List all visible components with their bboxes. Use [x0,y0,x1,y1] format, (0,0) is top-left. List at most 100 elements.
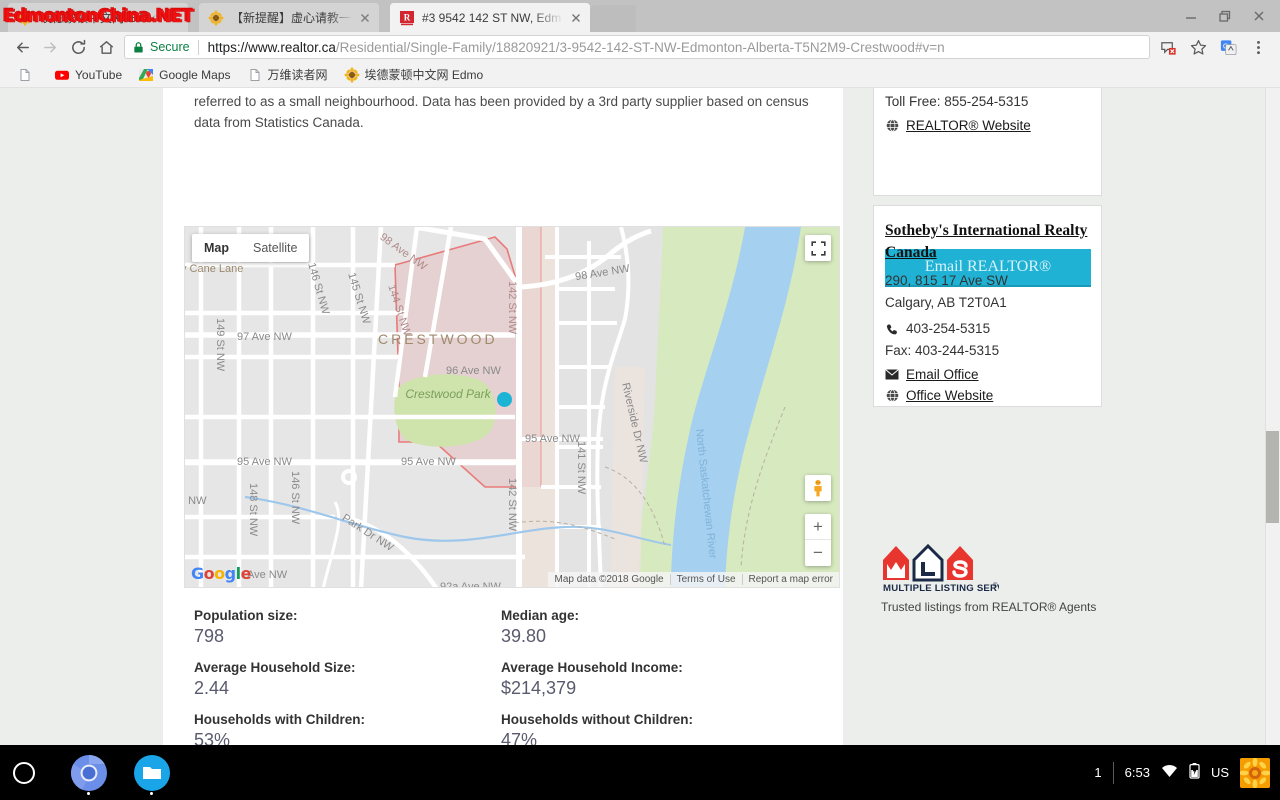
shelf-status-area[interactable]: 1 6:53 US [1094,745,1280,800]
sunflower-avatar-icon[interactable] [1240,758,1270,788]
status-divider [1113,762,1114,784]
lock-icon [132,41,145,54]
office-phone: 403-254-5315 [906,318,990,340]
email-office-link[interactable]: Email Office [906,367,979,382]
realtor-website-link[interactable]: REALTOR® Website [906,118,1031,133]
map-park-label-text: Crestwood Park [405,387,490,401]
realtor-contact-details: Toll Free: 855-254-5315 REALTOR® Website [885,91,1091,133]
popup-blocked-icon[interactable] [1154,33,1182,61]
demographic-value: $214,379 [501,678,834,699]
demographics-grid: Population size: 798 Median age: 39.80 A… [194,608,834,745]
demographic-households-without-children: Households without Children: 47% [501,712,834,745]
page-icon [17,67,33,83]
map-type-satellite-button[interactable]: Satellite [241,234,309,262]
bookmark-label-youtube: YouTube [75,68,122,82]
files-icon[interactable] [133,754,171,792]
restore-icon[interactable] [1218,9,1232,23]
map-label-95ave-left: 95 Ave NW [237,456,292,468]
browser-tab-3[interactable]: R #3 9542 142 ST NW, Edm [390,3,590,32]
chrome-icon[interactable] [70,754,108,792]
demographic-median-age: Median age: 39.80 [501,608,834,647]
new-tab-button[interactable] [594,5,636,32]
shelf-clock[interactable]: 6:53 [1125,765,1150,780]
phone-icon [885,322,899,336]
page-scrollbar-thumb[interactable] [1266,431,1279,523]
envelope-icon [885,368,899,382]
map-type-map-button[interactable]: Map [192,234,241,262]
omnibox-divider [198,40,199,55]
wifi-icon[interactable] [1161,764,1178,781]
bookmark-item-edmontonchinese[interactable]: 埃德蒙顿中文网 Edmo [337,64,491,85]
map-zoom-out-button[interactable]: − [805,540,831,566]
map-label-148st: 148 St NW [247,483,259,536]
url-text: https://www.realtor.ca/Residential/Singl… [208,40,945,55]
map-label-141st: 141 St NW [575,441,587,494]
street-view-pegman-icon[interactable] [805,475,831,501]
map-zoom-in-button[interactable]: + [805,514,831,540]
map-label-e-nw: e NW [184,495,207,507]
page-scrollbar-track[interactable] [1265,88,1280,745]
bookmark-item-google-maps[interactable]: Google Maps [131,65,237,85]
map-report-error-link[interactable]: Report a map error [742,574,839,585]
home-icon[interactable] [92,33,120,61]
realtor-website-row[interactable]: REALTOR® Website [885,118,1091,133]
bookmark-label-google-maps: Google Maps [159,68,230,82]
chromeos-shelf: 1 6:53 US [0,745,1280,800]
map-type-switcher[interactable]: Map Satellite [192,234,309,262]
neighbourhood-map[interactable]: y Cane Lane 149 St NW 148 St NW 146 St N… [184,226,840,588]
keyboard-layout-label[interactable]: US [1211,765,1229,780]
office-fax: Fax: 403-244-5315 [885,340,1091,362]
browser-tab-2[interactable]: 【新提醒】虚心请教一个 [199,3,379,32]
map-terms-link[interactable]: Terms of Use [670,574,742,585]
back-arrow-icon[interactable] [8,33,36,61]
launcher-circle-icon[interactable] [13,762,35,784]
bookmark-item-wanwei[interactable]: 万维读者网 [240,64,335,85]
demographic-value: 798 [194,626,501,647]
agency-name[interactable]: Sotheby's International Realty Canada [885,220,1091,264]
map-label-142st-south: 142 St NW [506,478,518,531]
forward-arrow-icon [36,33,64,61]
globe-icon [885,389,899,403]
bookmark-item-youtube[interactable]: YouTube [47,65,129,85]
youtube-icon [54,67,70,83]
email-office-row[interactable]: Email Office [885,367,1091,382]
browser-tab-2-title: 【新提醒】虚心请教一个 [231,9,353,26]
map-attribution-bar: Map data ©2018 Google Terms of Use Repor… [548,572,839,587]
page-icon [247,67,263,83]
three-dot-menu-icon[interactable] [1244,33,1272,61]
close-icon[interactable] [1252,9,1266,23]
tab-watermark-overlay-shadow: EdmontonChina.NET [4,6,194,27]
bookmark-label-edmontonchinese: 埃德蒙顿中文网 Edmo [365,66,484,83]
browser-toolbar: Secure https://www.realtor.ca/Residentia… [0,32,1280,62]
demographic-label: Median age: [501,608,834,623]
map-label-149st: 149 St NW [214,318,226,371]
bookmark-item-0[interactable] [10,65,45,85]
demographic-label: Average Household Size: [194,660,501,675]
demographic-average-household-size: Average Household Size: 2.44 [194,660,501,699]
map-label-142st-north: 142 St NW [506,281,518,334]
map-label-cane-lane: y Cane Lane [184,263,243,275]
google-translate-icon[interactable]: G [1214,33,1242,61]
url-host: https://www.realtor.ca [208,40,336,55]
browser-tab-3-title: #3 9542 142 ST NW, Edm [422,11,564,25]
map-zoom-controls[interactable]: + − [805,514,831,566]
reload-icon[interactable] [64,33,92,61]
window-count-label: 1 [1094,765,1101,780]
battery-icon[interactable] [1189,763,1200,782]
map-label-97ave: 97 Ave NW [237,331,292,343]
star-icon[interactable] [1184,33,1212,61]
google-logo: Google [191,564,251,583]
address-bar[interactable]: Secure https://www.realtor.ca/Residentia… [124,35,1150,59]
office-address-line-2: Calgary, AB T2T0A1 [885,292,1091,314]
demographic-label: Population size: [194,608,501,623]
fullscreen-icon[interactable] [805,235,831,261]
office-website-row[interactable]: Office Website [885,388,1091,403]
close-icon[interactable] [357,10,373,26]
minimize-icon[interactable] [1184,9,1198,23]
property-location-marker[interactable] [497,392,512,407]
bookmark-label-wanwei: 万维读者网 [268,66,328,83]
demographic-value: 2.44 [194,678,501,699]
map-data-attribution: Map data ©2018 Google [548,574,669,585]
close-icon[interactable] [568,10,584,26]
office-website-link[interactable]: Office Website [906,388,993,403]
